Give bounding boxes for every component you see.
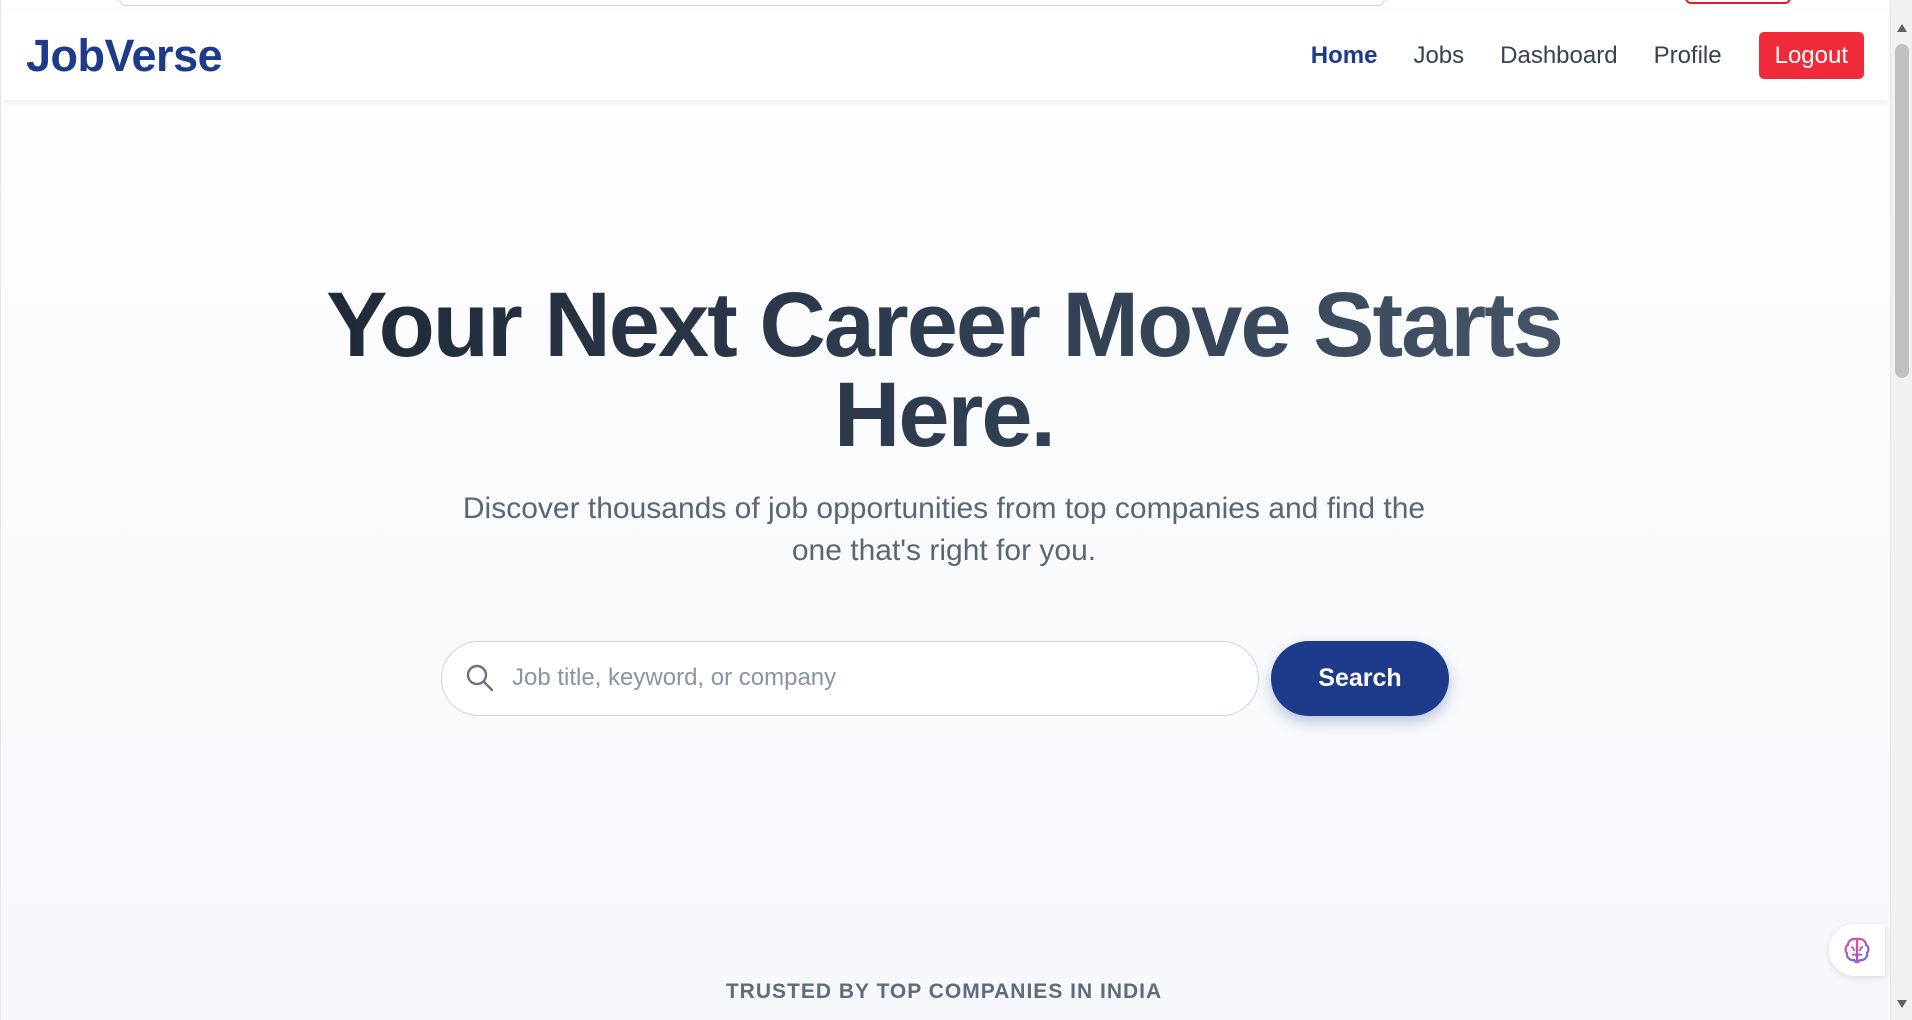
logout-button[interactable]: Logout — [1758, 32, 1864, 79]
vertical-scrollbar[interactable] — [1890, 0, 1912, 1020]
nav-link-home[interactable]: Home — [1311, 42, 1378, 70]
search-bar: Search — [441, 640, 1449, 716]
search-input[interactable] — [512, 664, 1232, 692]
page-viewport: JobVerse Home Jobs Dashboard Profile Log… — [0, 0, 1890, 1020]
brain-icon[interactable] — [1829, 924, 1885, 976]
nav-link-dashboard[interactable]: Dashboard — [1500, 42, 1617, 70]
nav-links: Home Jobs Dashboard Profile Logout — [1275, 32, 1864, 79]
scrollbar-thumb[interactable] — [1895, 44, 1909, 378]
partial-top-button — [1685, 0, 1791, 4]
search-box[interactable] — [441, 640, 1259, 716]
nav-link-profile[interactable]: Profile — [1654, 42, 1722, 70]
nav-link-jobs[interactable]: Jobs — [1413, 42, 1464, 70]
hero-section: Your Next Career Move Starts Here. Disco… — [1, 279, 1887, 572]
hero-subtitle: Discover thousands of job opportunities … — [462, 492, 1426, 567]
partial-top-bar — [119, 0, 1385, 6]
chevron-up-icon[interactable] — [1896, 22, 1908, 34]
search-icon — [464, 662, 496, 694]
trusted-heading: TRUSTED BY TOP COMPANIES IN INDIA — [725, 980, 1163, 1003]
search-button[interactable]: Search — [1271, 640, 1449, 716]
navbar: JobVerse Home Jobs Dashboard Profile Log… — [2, 11, 1888, 100]
chevron-down-icon[interactable] — [1896, 998, 1908, 1010]
logo[interactable]: JobVerse — [26, 30, 223, 82]
hero-title: Your Next Career Move Starts Here. — [294, 279, 1594, 461]
